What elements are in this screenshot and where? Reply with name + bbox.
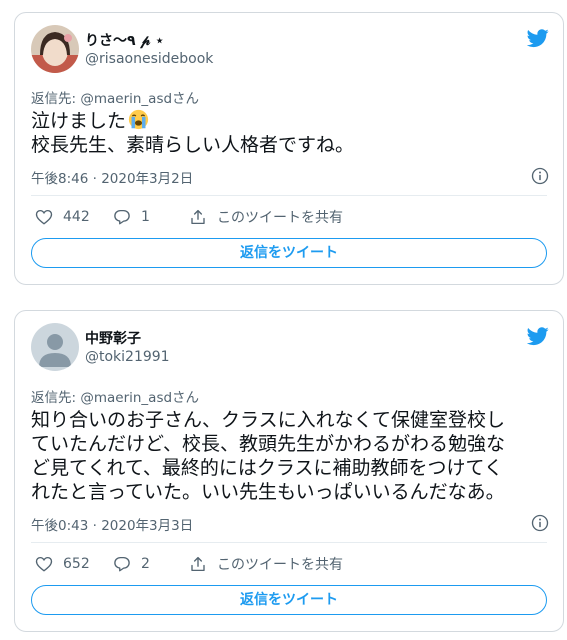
tweet-text-line: れたと言っていた。いい先生もいっぱいいるんだなあ。 [31,481,505,503]
like-button[interactable]: 442 [35,206,90,228]
reply-action-button[interactable]: 2 [113,553,150,575]
tweet-timestamp[interactable]: 午後0:43 · 2020年3月3日 [31,514,193,534]
tweet-text-line: ていたんだけど、校長、教頭先生がかわるがわる勉強な [31,433,506,455]
share-icon [191,209,205,225]
twitter-bird-icon[interactable] [527,325,549,347]
tweet-card: 中野彰子 @toki21991 返信先: @maerin_asdさん 知り合いの… [14,310,564,632]
user-handle[interactable]: @toki21991 [85,349,170,365]
tweet-card: りさ〜٩ 𝓅 ⋆ @risaonesidebook 返信先: @maerin_a… [14,12,564,285]
tweet-text: 知り合いのお子さん、クラスに入れなくて保健室登校し ていたんだけど、校長、教頭先… [31,408,505,504]
heart-icon [35,209,53,225]
reply-count: 2 [141,556,150,572]
reply-tweet-button[interactable]: 返信をツイート [31,238,547,268]
reply-tweet-button[interactable]: 返信をツイート [31,585,547,615]
user-photo-avatar[interactable] [31,25,79,73]
tweet-text-line: ど見てくれて、最終的にはクラスに補助教師をつけてく [31,457,503,479]
share-button[interactable]: このツイートを共有 [189,553,343,575]
share-label: このツイートを共有 [217,557,343,573]
share-label: このツイートを共有 [217,210,343,226]
reply-bubble-icon [114,556,130,572]
display-name[interactable]: 中野彰子 [85,328,141,348]
reply-bubble-icon [114,209,130,225]
reply-to-label: 返信先: @maerin_asdさん [31,91,200,107]
like-count: 442 [63,209,90,225]
tweet-actions: 442 1 このツイートを共有 [31,206,547,228]
twitter-bird-icon[interactable] [527,27,549,49]
like-count: 652 [63,556,90,572]
tweet-text: 泣けました 校長先生、素晴らしい人格者ですね。 [31,109,354,157]
heart-icon [35,556,53,572]
reply-action-button[interactable]: 1 [113,206,150,228]
tweet-text-line: 校長先生、素晴らしい人格者ですね。 [31,134,355,156]
share-icon [191,556,205,572]
tweet-text-line: 知り合いのお子さん、クラスに入れなくて保健室登校し [31,409,506,431]
tweet-timestamp[interactable]: 午後8:46 · 2020年3月2日 [31,167,193,187]
loudly-crying-face-emoji-icon [128,109,149,130]
divider [31,542,547,543]
like-button[interactable]: 652 [35,553,90,575]
reply-count: 1 [141,209,150,225]
display-name[interactable]: りさ〜٩ 𝓅 ⋆ [85,30,164,50]
info-icon[interactable] [531,167,549,185]
info-icon[interactable] [531,514,549,532]
share-button[interactable]: このツイートを共有 [189,206,343,228]
default-avatar[interactable] [31,323,79,371]
user-handle[interactable]: @risaonesidebook [85,51,213,67]
tweet-actions: 652 2 このツイートを共有 [31,553,547,575]
reply-to-label: 返信先: @maerin_asdさん [31,390,200,406]
tweet-text-line: 泣けました [31,110,127,132]
divider [31,195,547,196]
